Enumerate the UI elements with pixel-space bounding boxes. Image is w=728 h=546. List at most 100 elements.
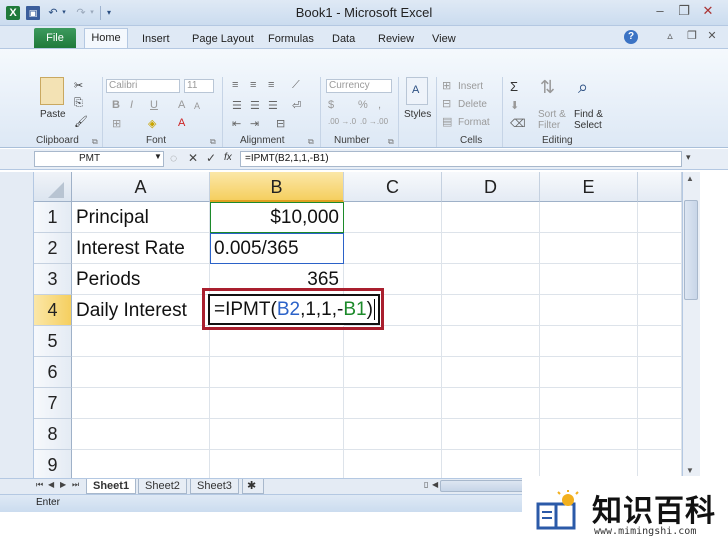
sort-filter-button[interactable]: Sort & Filter: [538, 109, 574, 131]
cell-d6[interactable]: [442, 357, 540, 388]
scroll-up-icon[interactable]: ▲: [686, 174, 694, 183]
tab-view[interactable]: View: [432, 30, 456, 48]
cell-d7[interactable]: [442, 388, 540, 419]
cell-f6[interactable]: [638, 357, 682, 388]
vertical-scroll-thumb[interactable]: [684, 200, 698, 300]
increase-indent-icon[interactable]: ⇥: [250, 117, 259, 130]
cell-a4[interactable]: Daily Interest: [72, 295, 210, 326]
comma-style-button[interactable]: ,: [378, 99, 381, 111]
styles-button[interactable]: Styles: [404, 109, 431, 120]
close-button[interactable]: ✕: [698, 3, 718, 19]
cell-f3[interactable]: [638, 264, 682, 295]
font-color-button[interactable]: A: [178, 117, 185, 129]
format-cells-button[interactable]: Format: [458, 117, 490, 128]
cell-f7[interactable]: [638, 388, 682, 419]
cell-e4[interactable]: [540, 295, 638, 326]
merge-center-icon[interactable]: ⊟: [276, 117, 285, 130]
last-sheet-icon[interactable]: ⏭: [72, 480, 79, 490]
tab-page-layout[interactable]: Page Layout: [192, 30, 254, 48]
font-name-select[interactable]: Calibri: [106, 79, 180, 93]
styles-icon[interactable]: A: [406, 77, 428, 105]
cell-e8[interactable]: [540, 419, 638, 450]
restore-button[interactable]: ❐: [674, 3, 694, 19]
ribbon-restore-icon[interactable]: ❐: [682, 29, 702, 42]
align-left-icon[interactable]: ☰: [232, 99, 242, 112]
accounting-format-button[interactable]: $: [328, 99, 334, 111]
cell-a1[interactable]: Principal: [72, 202, 210, 233]
clipboard-launcher-icon[interactable]: ⧉: [92, 137, 98, 147]
align-middle-icon[interactable]: ≡: [250, 79, 256, 91]
tab-formulas[interactable]: Formulas: [268, 30, 314, 48]
cell-c9[interactable]: [344, 450, 442, 481]
insert-sheet-icon[interactable]: ✱: [242, 479, 264, 494]
autosum-button[interactable]: Σ: [510, 79, 518, 94]
cell-d3[interactable]: [442, 264, 540, 295]
wrap-text-icon[interactable]: ⏎: [292, 99, 301, 112]
scroll-left-icon[interactable]: ◀: [432, 480, 438, 489]
align-right-icon[interactable]: ☰: [268, 99, 278, 112]
cell-d5[interactable]: [442, 326, 540, 357]
ribbon-minimize-icon[interactable]: ▵: [660, 29, 680, 42]
insert-cells-button[interactable]: Insert: [458, 81, 483, 92]
cell-c7[interactable]: [344, 388, 442, 419]
cell-b9[interactable]: [210, 450, 344, 481]
sort-filter-icon[interactable]: ⇅: [540, 77, 555, 98]
delete-cells-icon[interactable]: ⊟: [442, 97, 451, 110]
sheet-tab-2[interactable]: Sheet2: [138, 479, 187, 494]
cell-b6[interactable]: [210, 357, 344, 388]
increase-decimal-button[interactable]: .00 →.0: [328, 117, 356, 126]
column-header-c[interactable]: C: [344, 172, 442, 202]
grow-font-button[interactable]: A: [178, 99, 185, 111]
tab-data[interactable]: Data: [332, 30, 355, 48]
cell-d2[interactable]: [442, 233, 540, 264]
cell-d8[interactable]: [442, 419, 540, 450]
borders-icon[interactable]: ⊞: [112, 117, 121, 130]
cell-e6[interactable]: [540, 357, 638, 388]
number-format-select[interactable]: Currency: [326, 79, 392, 93]
column-header-d[interactable]: D: [442, 172, 540, 202]
format-painter-icon[interactable]: 🖌: [74, 115, 88, 128]
cell-a5[interactable]: [72, 326, 210, 357]
shrink-font-button[interactable]: A: [194, 101, 200, 111]
confirm-entry-button[interactable]: ✓: [206, 151, 216, 165]
cell-d1[interactable]: [442, 202, 540, 233]
find-select-icon[interactable]: ⌕: [578, 77, 588, 98]
scroll-down-icon[interactable]: ▼: [686, 466, 694, 475]
font-launcher-icon[interactable]: ⧉: [210, 137, 216, 147]
column-header-e[interactable]: E: [540, 172, 638, 202]
column-header-f[interactable]: [638, 172, 682, 202]
cell-c6[interactable]: [344, 357, 442, 388]
cell-f8[interactable]: [638, 419, 682, 450]
decrease-indent-icon[interactable]: ⇤: [232, 117, 241, 130]
paste-button[interactable]: Paste: [40, 109, 66, 120]
italic-button[interactable]: I: [130, 99, 133, 111]
row-header-5[interactable]: 5: [34, 326, 72, 357]
cell-a3[interactable]: Periods: [72, 264, 210, 295]
cell-a2[interactable]: Interest Rate: [72, 233, 210, 264]
align-center-icon[interactable]: ☰: [250, 99, 260, 112]
row-header-3[interactable]: 3: [34, 264, 72, 295]
cut-icon[interactable]: ✂: [74, 79, 83, 92]
copy-icon[interactable]: ⎘: [74, 97, 83, 110]
cell-c2[interactable]: [344, 233, 442, 264]
cell-a9[interactable]: [72, 450, 210, 481]
format-cells-icon[interactable]: ▤: [442, 115, 452, 128]
column-header-b[interactable]: B: [210, 172, 344, 202]
alignment-launcher-icon[interactable]: ⧉: [308, 137, 314, 147]
workbook-close-icon[interactable]: ✕: [702, 29, 722, 42]
cell-c1[interactable]: [344, 202, 442, 233]
insert-cells-icon[interactable]: ⊞: [442, 79, 451, 92]
bold-button[interactable]: B: [112, 99, 120, 111]
horizontal-scroll-thumb[interactable]: [440, 480, 530, 492]
cell-c8[interactable]: [344, 419, 442, 450]
delete-cells-button[interactable]: Delete: [458, 99, 487, 110]
formula-input[interactable]: =IPMT(B2,1,1,-B1): [240, 151, 682, 167]
row-header-6[interactable]: 6: [34, 357, 72, 388]
cell-b5[interactable]: [210, 326, 344, 357]
cell-f5[interactable]: [638, 326, 682, 357]
fill-color-icon[interactable]: ◈: [148, 117, 156, 130]
underline-button[interactable]: U: [150, 99, 158, 111]
cell-e1[interactable]: [540, 202, 638, 233]
first-sheet-icon[interactable]: ⏮: [36, 480, 43, 490]
tab-split-handle-icon[interactable]: ▯: [424, 480, 428, 489]
